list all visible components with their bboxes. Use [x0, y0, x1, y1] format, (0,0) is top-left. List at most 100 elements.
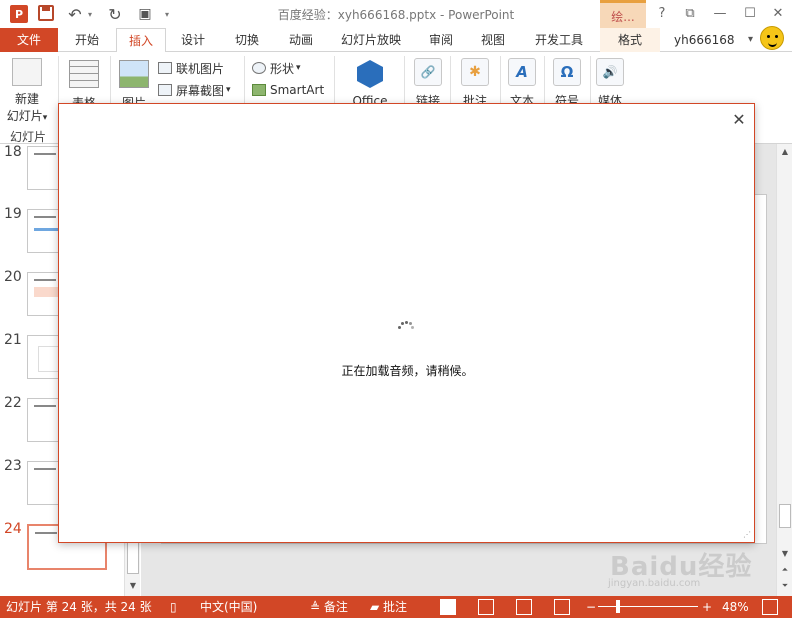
tab-design[interactable]: 设计: [170, 28, 216, 52]
office-addins-button[interactable]: Office: [346, 60, 394, 108]
reading-view-icon[interactable]: [516, 599, 532, 615]
online-picture-icon: [158, 62, 172, 74]
table-icon: [69, 60, 99, 88]
slide-number: 19: [4, 206, 22, 222]
status-bar: 幻灯片 第 24 张，共 24 张 ▯ 中文(中国) ≜ 备注 ▰ 批注 − +…: [0, 596, 792, 618]
user-dropdown-icon[interactable]: ▾: [748, 28, 753, 52]
spell-check-icon[interactable]: ▯: [170, 596, 177, 618]
undo-dropdown-icon[interactable]: ▾: [86, 5, 94, 23]
scroll-up-icon[interactable]: ▲: [779, 146, 791, 158]
slide-number: 22: [4, 395, 22, 411]
zoom-slider-track[interactable]: [598, 606, 698, 607]
maximize-button[interactable]: ☐: [740, 4, 760, 24]
customize-qat-icon[interactable]: ▾: [162, 5, 172, 23]
zoom-level[interactable]: 48%: [722, 596, 749, 618]
speaker-icon: 🔊: [596, 58, 624, 86]
link-button[interactable]: 🔗 链接: [410, 58, 446, 109]
next-slide-icon[interactable]: ⏷: [779, 580, 791, 592]
slide-sorter-view-icon[interactable]: [478, 599, 494, 615]
online-picture-label: 联机图片: [176, 61, 225, 76]
slide-number: 21: [4, 332, 22, 348]
loading-spinner-icon: [398, 321, 414, 329]
link-icon: 🔗: [414, 58, 442, 86]
slideshow-view-icon[interactable]: [554, 599, 570, 615]
tab-insert[interactable]: 插入: [116, 28, 166, 53]
thumbnails-scroll-thumb[interactable]: [127, 540, 139, 574]
language-status[interactable]: 中文(中国): [200, 596, 257, 618]
tab-format[interactable]: 格式: [600, 28, 660, 52]
slide-count-status: 幻灯片 第 24 张，共 24 张: [6, 600, 152, 614]
new-slide-icon: [12, 58, 42, 86]
ribbon-display-options-icon[interactable]: ⧉: [680, 4, 700, 24]
slide-number: 18: [4, 144, 22, 160]
user-avatar[interactable]: [760, 26, 784, 50]
zoom-slider-handle[interactable]: [616, 600, 620, 613]
screenshot-dropdown-icon: ▾: [226, 85, 231, 95]
scroll-down-icon[interactable]: ▼: [127, 580, 139, 592]
smartart-label: SmartArt: [270, 83, 325, 97]
shapes-icon: [252, 62, 266, 74]
loading-message: 正在加载音频，请稍候。: [341, 364, 474, 378]
screenshot-button[interactable]: 屏幕截图 ▾: [158, 80, 231, 100]
smartart-button[interactable]: SmartArt: [252, 80, 324, 100]
tab-home[interactable]: 开始: [62, 28, 112, 52]
help-icon[interactable]: ?: [652, 4, 672, 24]
baidu-watermark-url: jingyan.baidu.com: [608, 578, 701, 589]
zoom-out-button[interactable]: −: [586, 596, 596, 618]
normal-view-icon[interactable]: [440, 599, 456, 615]
title-bar: P ↶ ▾ ↻ ▣ ▾ 百度经验：xyh666168.pptx - PowerP…: [0, 0, 792, 28]
comments-button[interactable]: ▰ 批注: [370, 596, 407, 618]
new-slide-label-1: 新建: [14, 92, 39, 106]
screenshot-label: 屏幕截图: [176, 83, 225, 98]
loading-audio-dialog: ✕ 正在加载音频，请稍候。 ⋰: [58, 103, 755, 543]
tab-file[interactable]: 文件: [0, 28, 58, 52]
ribbon-tabs: 文件 开始 插入 设计 切换 动画 幻灯片放映 审阅 视图 开发工具 格式 yh…: [0, 28, 792, 53]
previous-slide-icon[interactable]: ⏶: [779, 564, 791, 576]
user-name[interactable]: yh666168: [674, 28, 735, 52]
text-button[interactable]: A 文本: [504, 58, 540, 109]
present-from-start-icon[interactable]: ▣: [136, 5, 154, 23]
powerpoint-logo-icon[interactable]: P: [10, 5, 28, 23]
online-picture-button[interactable]: 联机图片: [158, 58, 224, 78]
symbol-button[interactable]: Ω 符号: [548, 58, 586, 109]
zoom-in-button[interactable]: +: [702, 596, 712, 618]
undo-icon[interactable]: ↶: [66, 5, 84, 24]
comment-icon: ✱: [461, 58, 489, 86]
new-slide-dropdown-icon: ▾: [42, 113, 48, 123]
tab-developer[interactable]: 开发工具: [524, 28, 594, 52]
notes-button[interactable]: ≜ 备注: [310, 596, 348, 618]
tab-view[interactable]: 视图: [470, 28, 516, 52]
notes-label: 备注: [323, 600, 348, 614]
fit-slide-icon[interactable]: [762, 599, 778, 615]
shapes-label: 形状: [270, 61, 295, 76]
omega-symbol-icon: Ω: [553, 58, 581, 86]
group-label-slides: 幻灯片: [10, 130, 47, 144]
shapes-button[interactable]: 形状 ▾: [252, 58, 301, 78]
comment-button[interactable]: ✱ 批注: [456, 58, 494, 109]
media-button[interactable]: 🔊 媒体: [592, 58, 628, 109]
slide-number: 20: [4, 269, 22, 285]
slide-number-current: 24: [4, 521, 22, 537]
redo-icon[interactable]: ↻: [106, 5, 124, 24]
dialog-close-button[interactable]: ✕: [729, 110, 749, 130]
save-icon[interactable]: [38, 5, 54, 21]
tab-transitions[interactable]: 切换: [224, 28, 270, 52]
comments-label: 批注: [383, 600, 408, 614]
context-tab-drawing-tools: 绘...: [600, 0, 646, 28]
close-window-button[interactable]: ✕: [768, 4, 788, 24]
screenshot-icon: [158, 84, 172, 96]
main-scroll-thumb[interactable]: [779, 504, 791, 528]
minimize-button[interactable]: —: [710, 4, 730, 24]
picture-icon: [119, 60, 149, 88]
main-scrollbar[interactable]: ▲ ▼ ⏶ ⏷: [776, 144, 792, 596]
smartart-icon: [252, 84, 266, 96]
scroll-down-icon[interactable]: ▼: [779, 548, 791, 560]
tab-review[interactable]: 审阅: [418, 28, 464, 52]
new-slide-label-2: 幻灯片▾: [6, 109, 48, 123]
slide-number: 23: [4, 458, 22, 474]
tab-animations[interactable]: 动画: [278, 28, 324, 52]
resize-grip-icon[interactable]: ⋰: [743, 530, 753, 540]
new-slide-button[interactable]: 新建 幻灯片▾: [4, 58, 50, 124]
tab-slideshow[interactable]: 幻灯片放映: [332, 28, 410, 52]
office-store-icon: [357, 60, 383, 88]
